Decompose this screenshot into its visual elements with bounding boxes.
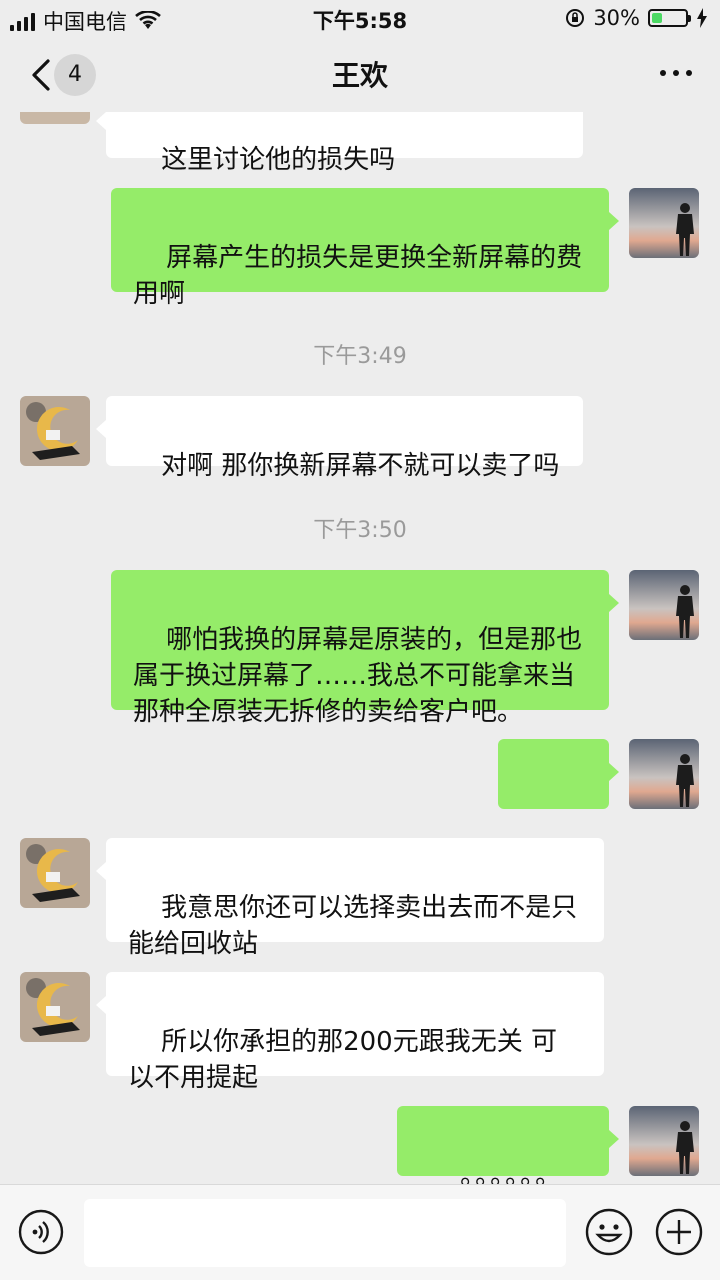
message-text: 哪怕我换的屏幕是原装的，但是那也属于换过屏幕了……我总不可能拿来当那种全原装无拆…: [133, 625, 583, 727]
message-bubble-incoming[interactable]: 所以你承担的那200元跟我无关 可以不用提起: [96, 972, 604, 1093]
battery-icon: [648, 9, 691, 27]
message-bubble-outgoing[interactable]: 。。。。。。: [397, 1106, 619, 1184]
charging-icon: [697, 8, 707, 28]
status-bar: 中国电信 下午5:58 30%: [0, 0, 720, 36]
message-text: 我意思你还可以选择卖出去而不是只能给回收站: [128, 893, 578, 959]
lock-rotation-icon: [566, 9, 585, 27]
my-avatar[interactable]: [629, 1106, 699, 1176]
plus-icon[interactable]: [654, 1207, 704, 1257]
contact-avatar[interactable]: [20, 838, 90, 908]
chat-area[interactable]: 这里讨论他的损失吗 屏幕产生的损失是更换全新屏幕的费用啊 下午3:49 对啊 那…: [0, 0, 720, 1184]
timestamp: 下午3:49: [313, 344, 407, 369]
my-avatar[interactable]: [629, 739, 699, 809]
contact-avatar[interactable]: [20, 972, 90, 1042]
timestamp: 下午3:50: [313, 518, 407, 543]
message-text: 对啊 那你换新屏幕不就可以卖了吗: [161, 451, 560, 481]
voice-icon[interactable]: [18, 1209, 64, 1255]
message-bubble-incoming[interactable]: 我意思你还可以选择卖出去而不是只能给回收站: [96, 838, 604, 959]
message-text: 所以你承担的那200元跟我无关 可以不用提起: [128, 1027, 557, 1093]
battery-percent: 30%: [593, 6, 640, 30]
message-bubble-outgoing[interactable]: 哪怕我换的屏幕是原装的，但是那也属于换过屏幕了……我总不可能拿来当那种全原装无拆…: [111, 570, 619, 727]
my-avatar[interactable]: [629, 188, 699, 258]
message-text: 这里讨论他的损失吗: [161, 145, 396, 175]
message-bubble-outgoing[interactable]: [498, 739, 619, 899]
message-bubble-outgoing[interactable]: 屏幕产生的损失是更换全新屏幕的费用啊: [111, 188, 619, 309]
message-text: 。。。。。。: [460, 1161, 564, 1184]
message-text: 屏幕产生的损失是更换全新屏幕的费用啊: [133, 243, 583, 309]
more-icon[interactable]: [660, 70, 692, 76]
contact-avatar[interactable]: [20, 396, 90, 466]
message-bubble-incoming[interactable]: 对啊 那你换新屏幕不就可以卖了吗: [96, 396, 583, 481]
message-input[interactable]: [84, 1199, 566, 1267]
emoji-icon[interactable]: [584, 1207, 634, 1257]
nav-bar: 4 王欢: [0, 36, 720, 112]
my-avatar[interactable]: [629, 570, 699, 640]
input-bar: [0, 1184, 720, 1280]
chat-title: 王欢: [331, 59, 388, 92]
